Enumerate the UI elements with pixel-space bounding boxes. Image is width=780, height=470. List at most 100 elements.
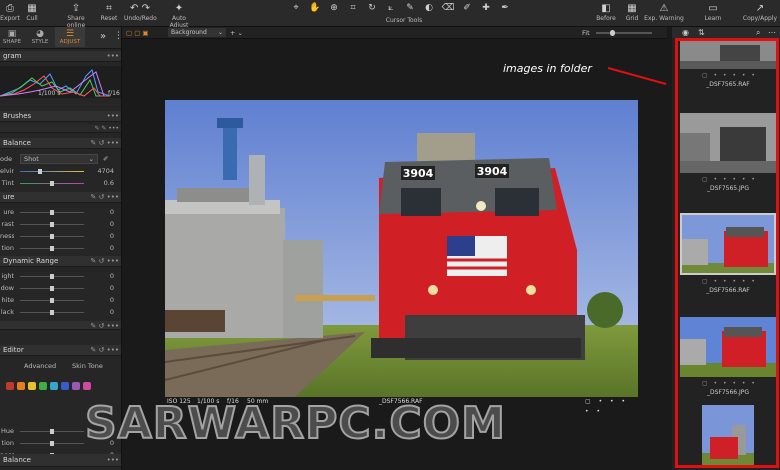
expand-icon[interactable]: » <box>100 31 106 42</box>
slider-knob[interactable] <box>50 298 54 303</box>
tab-shape[interactable]: ▣ SHAPE <box>0 29 24 45</box>
more-icon[interactable]: ✎ ↺ ••• <box>90 345 119 356</box>
share-online-button[interactable]: ⇪ Share online <box>58 2 94 29</box>
color-swatch[interactable] <box>28 382 36 390</box>
zoom-slider[interactable] <box>596 30 652 36</box>
color-swatch[interactable] <box>50 382 58 390</box>
rating-dots[interactable]: ▢ • • • • • <box>585 397 638 417</box>
color-swatch[interactable] <box>6 382 14 390</box>
gradient-tool-icon[interactable]: ◐ <box>421 3 437 14</box>
rotate-tool-icon[interactable]: ↻ <box>364 3 380 14</box>
auto-adjust-button[interactable]: ✦ Auto Adjust <box>162 2 196 29</box>
shadow-slider[interactable] <box>20 286 84 291</box>
more-icon[interactable]: ••• <box>107 111 119 122</box>
brush-tools-icon[interactable]: ✎ ✎ ••• <box>95 125 120 133</box>
contrast-slider[interactable] <box>20 222 84 227</box>
dynamic-range-header[interactable]: Dynamic Range ✎ ↺ ••• <box>0 256 121 267</box>
zoom-tool-icon[interactable]: ⊕ <box>326 3 342 14</box>
collapsed-section-header[interactable]: ✎ ↺ ••• <box>0 321 121 332</box>
slider-knob[interactable] <box>50 286 54 291</box>
layer-mode-icons[interactable]: ▢ ▢ ▣ <box>126 27 149 39</box>
more-icon[interactable]: ✎ ↺ ••• <box>90 256 119 267</box>
add-layer-icon[interactable]: + ⌄ <box>230 27 243 39</box>
brushes-header[interactable]: Brushes ••• <box>0 111 121 122</box>
color-swatch[interactable] <box>72 382 80 390</box>
exposure-warning-button[interactable]: ⚠ Exp. Warning <box>644 2 684 22</box>
thumbnail-3-selected[interactable] <box>680 213 776 275</box>
kelvin-slider[interactable] <box>20 169 84 174</box>
pan-tool-icon[interactable]: ✋ <box>307 3 323 14</box>
eye-icon[interactable]: ◉ <box>682 27 689 38</box>
before-button[interactable]: ◧ Before <box>595 2 617 22</box>
histogram-header[interactable]: gram ••• <box>0 51 121 62</box>
exposure-header[interactable]: ure ✎ ↺ ••• <box>0 192 121 203</box>
grid-button[interactable]: ▦ Grid <box>623 2 641 22</box>
thumbnail-5[interactable] <box>702 405 754 467</box>
slider-knob[interactable] <box>50 429 54 434</box>
tab-skin-tone[interactable]: Skin Tone <box>72 360 103 372</box>
black-slider[interactable] <box>20 310 84 315</box>
wb-mode-select[interactable]: Shot ⌄ <box>20 154 98 164</box>
color-editor-header[interactable]: Editor ✎ ↺ ••• <box>0 345 121 356</box>
hue-slider[interactable] <box>20 429 84 434</box>
more-icon[interactable]: ⋯ <box>768 27 776 38</box>
white-balance-header[interactable]: Balance ✎ ↺ ••• <box>0 138 121 149</box>
slider-knob[interactable] <box>50 310 54 315</box>
saturation-slider[interactable] <box>20 246 84 251</box>
pointer-tool-icon[interactable]: ⌖ <box>288 3 304 14</box>
thumbnail-2-rating[interactable]: ▢ • • • • • <box>702 176 757 183</box>
color-swatch[interactable] <box>17 382 25 390</box>
slider-knob[interactable] <box>50 181 54 186</box>
thumbnail-4-rating[interactable]: ▢ • • • • • <box>702 380 757 387</box>
more-icon[interactable]: ✎ ↺ ••• <box>90 321 119 332</box>
tab-adjust[interactable]: ☰ ADJUST <box>55 27 85 47</box>
more-icon[interactable]: ✎ ↺ ••• <box>90 192 119 203</box>
slider-knob[interactable] <box>50 441 54 446</box>
more-icon[interactable]: ✎ ↺ ••• <box>90 138 119 149</box>
main-photo[interactable]: 3904 3904 <box>165 100 638 397</box>
slider-knob[interactable] <box>50 246 54 251</box>
thumbnail-4[interactable] <box>680 317 776 377</box>
more-icon[interactable]: ••• <box>107 454 119 467</box>
color-swatch[interactable] <box>39 382 47 390</box>
more-icon[interactable]: ••• <box>107 51 119 62</box>
keystone-tool-icon[interactable]: ⟀ <box>383 3 399 14</box>
white-slider[interactable] <box>20 298 84 303</box>
crop-tool-icon[interactable]: ⌗ <box>345 3 361 14</box>
eraser-tool-icon[interactable]: ⌫ <box>440 3 456 14</box>
color-swatch[interactable] <box>61 382 69 390</box>
thumbnail-1[interactable] <box>680 41 776 69</box>
exposure-slider[interactable] <box>20 210 84 215</box>
brush-tool-icon[interactable]: ✎ <box>402 3 418 14</box>
brightness-slider[interactable] <box>20 234 84 239</box>
balance-header[interactable]: Balance ••• <box>0 454 121 467</box>
tint-slider[interactable] <box>20 181 84 186</box>
export-button[interactable]: ⎙ Export <box>0 2 20 22</box>
learn-button[interactable]: ▭ Learn <box>702 2 724 22</box>
color-swatch[interactable] <box>83 382 91 390</box>
tab-advanced[interactable]: Advanced <box>24 360 56 372</box>
picker-tool-icon[interactable]: ✐ <box>459 3 475 14</box>
slider-knob[interactable] <box>50 274 54 279</box>
slider-knob[interactable] <box>50 210 54 215</box>
eyedropper-icon[interactable]: ✐ <box>103 153 108 165</box>
thumbnail-3-rating[interactable]: ▢ • • • • • <box>702 278 757 285</box>
undo-redo-button[interactable]: ↶ ↷ Undo/Redo <box>124 2 157 22</box>
reset-button[interactable]: ⌗ Reset <box>100 2 118 22</box>
copy-apply-button[interactable]: ↗ Copy/Apply <box>742 2 778 22</box>
slider-knob[interactable] <box>50 234 54 239</box>
slider-knob[interactable] <box>38 169 42 174</box>
slider-knob[interactable] <box>50 222 54 227</box>
cull-button[interactable]: ▦ Cull <box>24 2 40 22</box>
fit-label[interactable]: Fit <box>582 27 590 39</box>
sort-icon[interactable]: ⇅ <box>698 27 705 38</box>
layer-select[interactable]: Background ⌄ <box>168 28 226 37</box>
slider-knob[interactable] <box>610 30 615 36</box>
search-icon[interactable]: ⌕ <box>756 27 760 38</box>
heal-tool-icon[interactable]: ✚ <box>478 3 494 14</box>
more-icon[interactable]: ⋮ <box>114 31 121 41</box>
editor-saturation-slider[interactable] <box>20 441 84 446</box>
annotate-tool-icon[interactable]: ✒ <box>497 3 513 14</box>
tab-style[interactable]: ◕ STYLE <box>28 29 52 45</box>
highlight-slider[interactable] <box>20 274 84 279</box>
